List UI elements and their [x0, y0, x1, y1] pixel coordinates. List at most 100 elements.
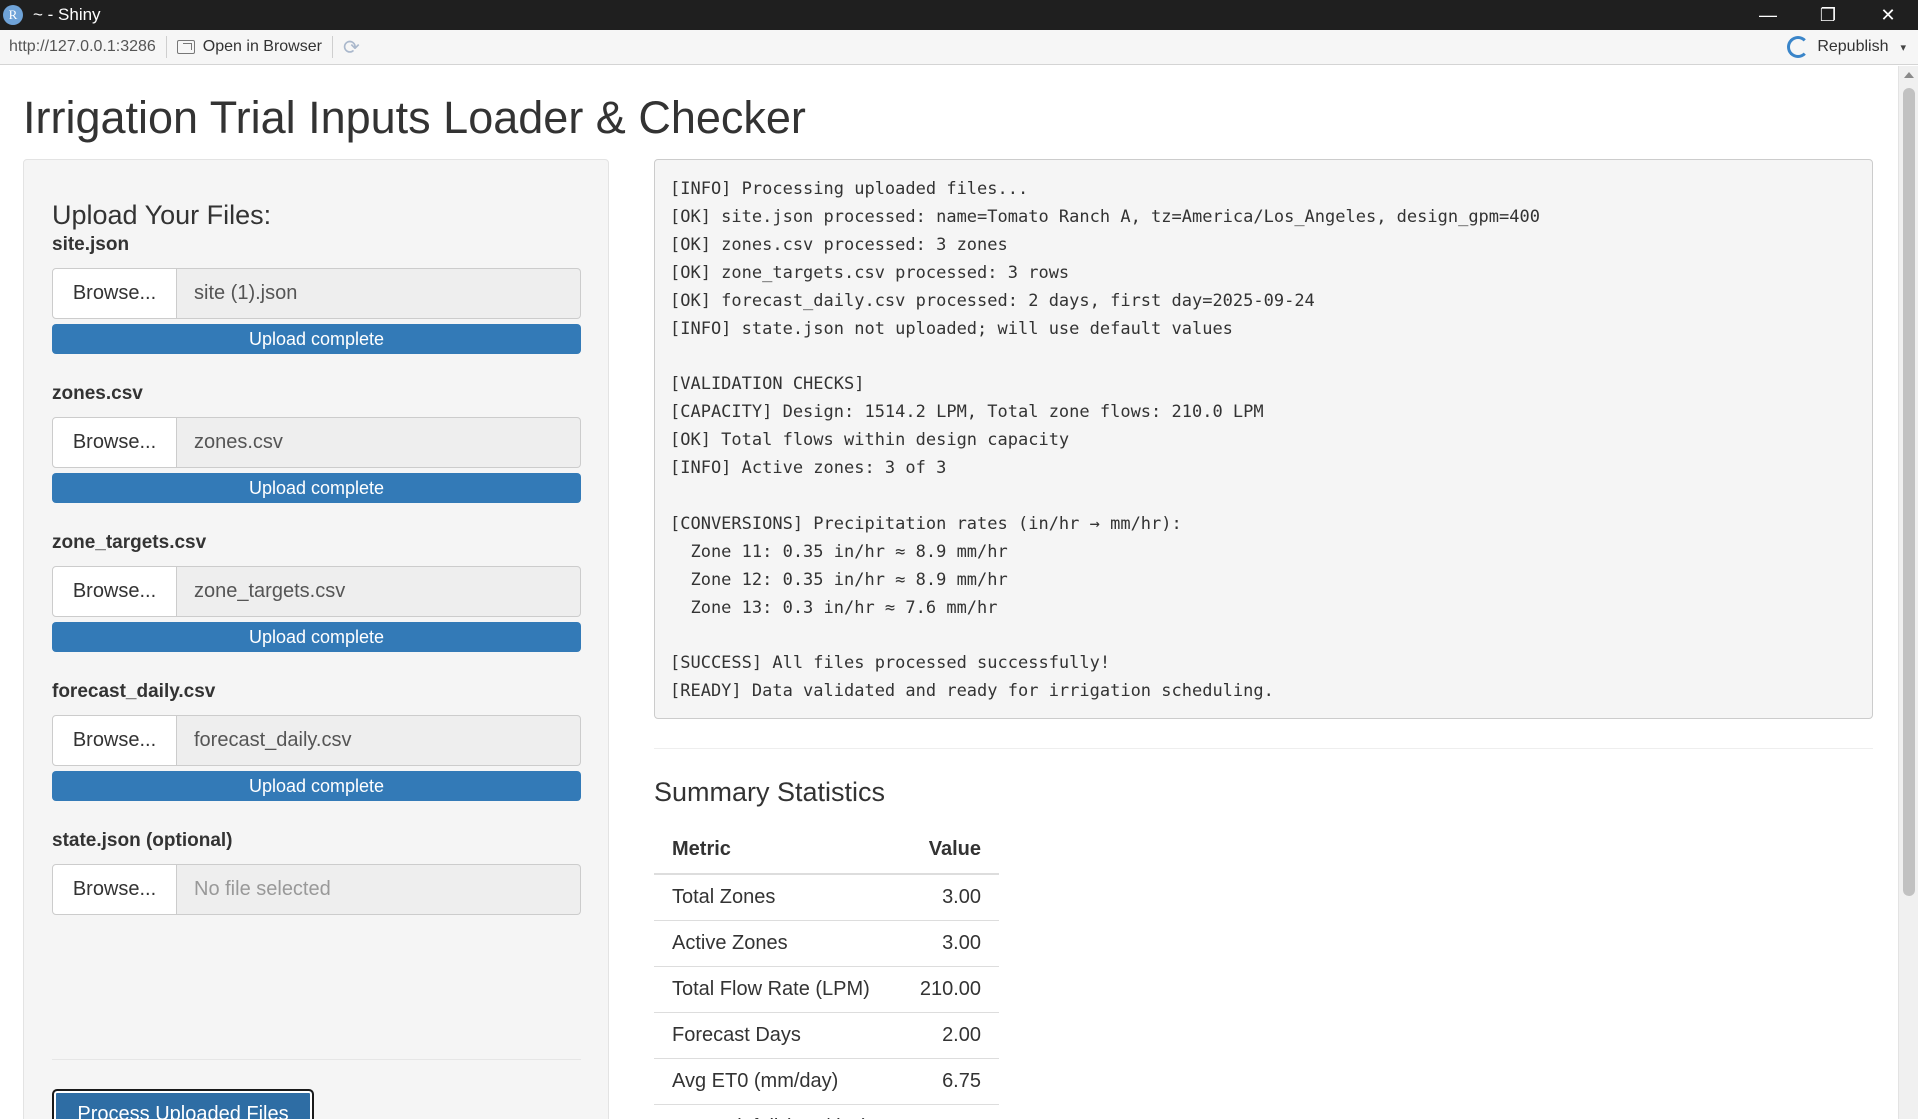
file-name-display: No file selected — [177, 864, 581, 915]
file-input-state: state.json (optional) Browse... No file … — [52, 830, 581, 915]
open-in-browser-button[interactable]: Open in Browser — [176, 38, 322, 56]
open-in-browser-label: Open in Browser — [202, 38, 322, 55]
file-input-label: site.json — [52, 234, 130, 255]
table-row: Active Zones 3.00 — [654, 920, 999, 967]
file-input-forecast-daily: forecast_daily.csv Browse... forecast_da… — [52, 681, 581, 801]
scroll-up-icon[interactable] — [1904, 72, 1914, 78]
log-line: [READY] Data validated and ready for irr… — [670, 681, 1274, 702]
column-header-value: Value — [897, 826, 999, 875]
scrollbar-thumb[interactable] — [1903, 88, 1915, 896]
metric-cell: Total Zones — [654, 874, 898, 921]
file-input-label: zone_targets.csv — [52, 532, 207, 553]
file-input-label: state.json (optional) — [52, 830, 233, 851]
file-input-row: Browse... zone_targets.csv — [52, 566, 581, 617]
processing-log: [INFO] Processing uploaded files... [OK] … — [654, 159, 1873, 719]
maximize-button[interactable]: ❐ — [1798, 0, 1858, 30]
window-title: ~ - Shiny — [33, 5, 101, 24]
file-name-display: forecast_daily.csv — [177, 715, 581, 766]
republish-icon — [1787, 36, 1810, 58]
log-line: [INFO] state.json not uploaded; will use… — [670, 318, 1233, 339]
metric-cell: Total Flow Rate (LPM) — [654, 966, 898, 1013]
page-scrollbar[interactable] — [1898, 66, 1918, 1119]
upload-progress-bar: Upload complete — [52, 771, 581, 801]
viewer-toolbar: http://127.0.0.1:3286 Open in Browser ⟳ … — [0, 30, 1918, 65]
chevron-down-icon[interactable]: ▾ — [1900, 41, 1906, 54]
log-line: [VALIDATION CHECKS] — [670, 374, 865, 395]
table-row: Avg Rainfall (mm/day) 0.00 — [654, 1104, 999, 1119]
file-input-row: Browse... site (1).json — [52, 268, 581, 319]
upload-progress-bar: Upload complete — [52, 324, 581, 354]
url-text[interactable]: http://127.0.0.1:3286 — [9, 38, 156, 56]
upload-sidebar: Upload Your Files: site.json Browse... s… — [23, 159, 609, 1119]
value-cell: 3.00 — [897, 874, 999, 921]
table-row: Forecast Days 2.00 — [654, 1012, 999, 1059]
table-row: Avg ET0 (mm/day) 6.75 — [654, 1058, 999, 1105]
log-line: [OK] zone_targets.csv processed: 3 rows — [670, 262, 1070, 283]
upload-progress-bar: Upload complete — [52, 622, 581, 652]
section-divider — [654, 748, 1873, 749]
file-input-site: site.json Browse... site (1).json Upload… — [52, 234, 581, 354]
log-line: [OK] forecast_daily.csv processed: 2 day… — [670, 290, 1315, 311]
browse-button[interactable]: Browse... — [52, 566, 177, 617]
summary-title: Summary Statistics — [654, 777, 886, 807]
column-header-metric: Metric — [654, 826, 898, 875]
metric-cell: Avg ET0 (mm/day) — [654, 1058, 898, 1105]
file-input-row: Browse... forecast_daily.csv — [52, 715, 581, 766]
toolbar-separator — [331, 36, 333, 58]
table-row: Total Flow Rate (LPM) 210.00 — [654, 966, 999, 1013]
metric-cell: Forecast Days — [654, 1012, 898, 1059]
value-cell: 2.00 — [897, 1012, 999, 1059]
log-line: Zone 13: 0.3 in/hr ≈ 7.6 mm/hr — [670, 597, 998, 618]
file-input-row: Browse... No file selected — [52, 864, 581, 915]
summary-table: Metric Value Total Zones 3.00 Active Zon… — [654, 826, 999, 1119]
log-line: [CAPACITY] Design: 1514.2 LPM, Total zon… — [670, 402, 1264, 423]
close-button[interactable]: ✕ — [1858, 0, 1918, 30]
metric-cell: Avg Rainfall (mm/day) — [654, 1104, 898, 1119]
log-line: [CONVERSIONS] Precipitation rates (in/hr… — [670, 513, 1182, 534]
upload-heading: Upload Your Files: — [52, 200, 272, 230]
metric-cell: Active Zones — [654, 920, 898, 967]
file-input-label: forecast_daily.csv — [52, 681, 216, 702]
log-line: [INFO] Active zones: 3 of 3 — [670, 458, 947, 479]
value-cell: 0.00 — [897, 1104, 999, 1119]
log-line: [OK] site.json processed: name=Tomato Ra… — [670, 206, 1540, 227]
browse-button[interactable]: Browse... — [52, 715, 177, 766]
r-logo-icon: R — [3, 5, 23, 25]
value-cell: 3.00 — [897, 920, 999, 967]
sidebar-divider — [52, 1059, 581, 1060]
log-line: Zone 12: 0.35 in/hr ≈ 8.9 mm/hr — [670, 569, 1008, 590]
app-page: Irrigation Trial Inputs Loader & Checker… — [0, 66, 1898, 1119]
refresh-icon[interactable]: ⟳ — [343, 35, 360, 60]
table-header-row: Metric Value — [654, 826, 999, 875]
file-input-zones: zones.csv Browse... zones.csv Upload com… — [52, 383, 581, 503]
log-line: [OK] zones.csv processed: 3 zones — [670, 234, 1008, 255]
value-cell: 6.75 — [897, 1058, 999, 1105]
minimize-button[interactable]: — — [1738, 0, 1798, 30]
browse-button[interactable]: Browse... — [52, 268, 177, 319]
browse-button[interactable]: Browse... — [52, 417, 177, 468]
republish-button[interactable]: Republish ▾ — [1787, 36, 1906, 58]
file-input-zone-targets: zone_targets.csv Browse... zone_targets.… — [52, 532, 581, 652]
page-title: Irrigation Trial Inputs Loader & Checker — [23, 92, 806, 143]
window-titlebar: R ~ - Shiny — ❐ ✕ — [0, 0, 1918, 30]
file-name-display: site (1).json — [177, 268, 581, 319]
log-line: [INFO] Processing uploaded files... — [670, 179, 1029, 199]
log-line: Zone 11: 0.35 in/hr ≈ 8.9 mm/hr — [670, 541, 1008, 562]
file-name-display: zones.csv — [177, 417, 581, 468]
upload-progress-bar: Upload complete — [52, 473, 581, 503]
file-input-label: zones.csv — [52, 383, 143, 404]
file-input-row: Browse... zones.csv — [52, 417, 581, 468]
toolbar-separator — [165, 36, 167, 58]
republish-label: Republish — [1817, 38, 1889, 55]
browse-button[interactable]: Browse... — [52, 864, 177, 915]
process-files-button[interactable]: Process Uploaded Files — [52, 1089, 314, 1119]
log-line: [OK] Total flows within design capacity — [670, 430, 1070, 451]
table-row: Total Zones 3.00 — [654, 874, 999, 921]
log-line: [SUCCESS] All files processed successful… — [670, 653, 1111, 674]
file-name-display: zone_targets.csv — [177, 566, 581, 617]
open-external-icon — [176, 40, 195, 54]
value-cell: 210.00 — [897, 966, 999, 1013]
